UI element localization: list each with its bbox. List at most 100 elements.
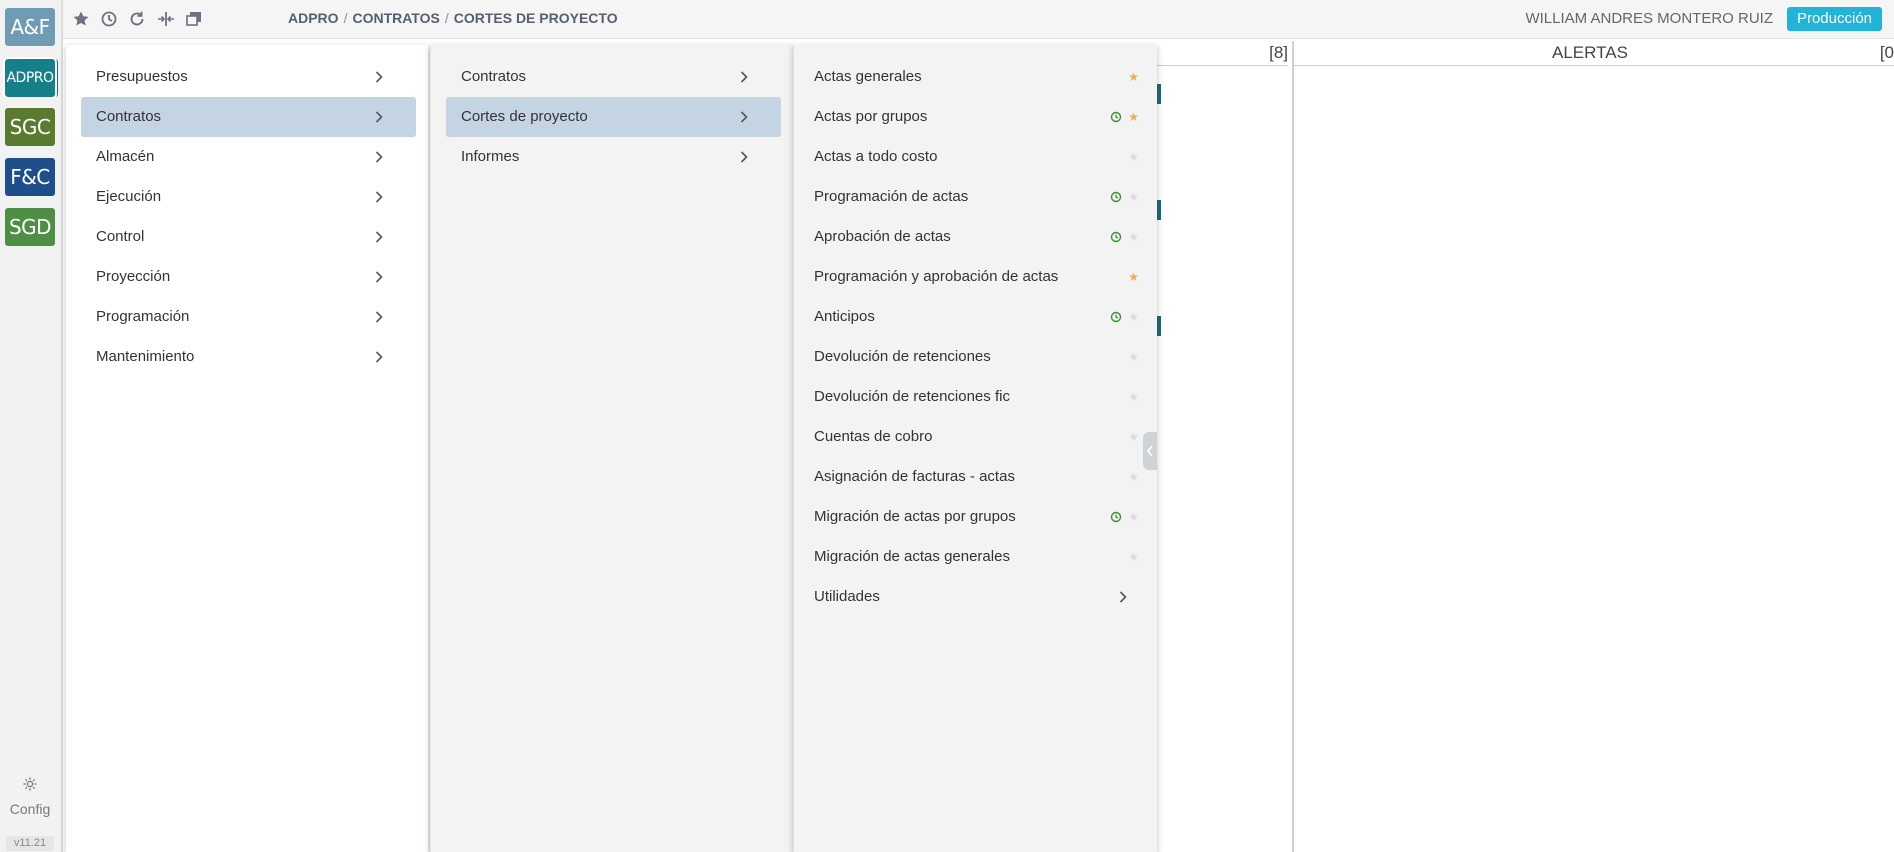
star-outline-icon[interactable]: ★: [1128, 217, 1139, 257]
option-label: Anticipos: [814, 308, 875, 325]
chevron-right-icon: [375, 71, 383, 83]
menu-item-label: Control: [96, 228, 145, 245]
menu-item-label: Almacén: [96, 148, 155, 165]
menu-item-mantenimiento[interactable]: Mantenimiento: [81, 337, 416, 377]
left-panel-count: [8]: [1269, 43, 1288, 62]
option-label: Programación y aprobación de actas: [814, 268, 1059, 285]
submenu-item-informes[interactable]: Informes: [446, 137, 781, 177]
chevron-right-icon: [375, 231, 383, 243]
option-label: Devolución de retenciones: [814, 348, 991, 365]
alerts-count: [0: [1879, 43, 1894, 62]
star-outline-icon[interactable]: ★: [1128, 417, 1139, 457]
module-adpro-label: ADPRO: [6, 70, 54, 86]
chevron-right-icon: [375, 351, 383, 363]
config-button[interactable]: Config: [0, 776, 60, 817]
option-actas-a-todo-costo[interactable]: Actas a todo costo ★: [812, 137, 1147, 177]
module-af-label: A&F: [10, 15, 50, 39]
star-outline-icon[interactable]: ★: [1128, 377, 1139, 417]
option-actas-por-grupos[interactable]: Actas por grupos ★: [812, 97, 1147, 137]
menu-item-proyeccion[interactable]: Proyección: [81, 257, 416, 297]
option-devolucion-de-retenciones-fic[interactable]: Devolución de retenciones fic ★: [812, 377, 1147, 417]
menu-item-almacen[interactable]: Almacén: [81, 137, 416, 177]
star-outline-icon[interactable]: ★: [1128, 457, 1139, 497]
option-anticipos[interactable]: Anticipos ★: [812, 297, 1147, 337]
user-name[interactable]: WILLIAM ANDRES MONTERO RUIZ: [1525, 10, 1773, 27]
alerts-header: ALERTAS [0: [1294, 41, 1894, 66]
module-af[interactable]: A&F: [5, 8, 55, 46]
option-label: Migración de actas por grupos: [814, 508, 1016, 525]
option-migracion-de-actas-por-grupos[interactable]: Migración de actas por grupos ★: [812, 497, 1147, 537]
menu-level3: Actas generales ★ Actas por grupos ★ Actas…: [793, 45, 1157, 852]
clock-icon: [1110, 191, 1122, 203]
chevron-right-icon: [740, 151, 748, 163]
chevron-right-icon: [740, 71, 748, 83]
menu-level2: Contratos Cortes de proyecto Informes: [430, 45, 793, 852]
star-outline-icon[interactable]: ★: [1128, 337, 1139, 377]
history-icon[interactable]: [99, 9, 119, 29]
clock-icon: [1110, 111, 1122, 123]
star-outline-icon[interactable]: ★: [1128, 537, 1139, 577]
module-adpro[interactable]: ADPRO: [3, 57, 57, 99]
option-aprobacion-de-actas[interactable]: Aprobación de actas ★: [812, 217, 1147, 257]
star-outline-icon[interactable]: ★: [1128, 297, 1139, 337]
option-label: Migración de actas generales: [814, 548, 1010, 565]
chevron-right-icon: [375, 111, 383, 123]
star-outline-icon[interactable]: ★: [1128, 177, 1139, 217]
option-label: Aprobación de actas: [814, 228, 951, 245]
option-devolucion-de-retenciones[interactable]: Devolución de retenciones ★: [812, 337, 1147, 377]
menu-item-control[interactable]: Control: [81, 217, 416, 257]
breadcrumb-contratos[interactable]: CONTRATOS: [352, 10, 439, 26]
option-utilidades[interactable]: Utilidades: [812, 577, 1147, 617]
submenu-item-label: Informes: [461, 148, 520, 165]
module-sgd[interactable]: SGD: [5, 208, 55, 246]
option-actas-generales[interactable]: Actas generales ★: [812, 57, 1147, 97]
star-outline-icon[interactable]: ★: [1128, 137, 1139, 177]
clock-icon: [1110, 311, 1122, 323]
star-outline-icon[interactable]: ★: [1128, 497, 1139, 537]
option-label: Actas por grupos: [814, 108, 928, 125]
chevron-right-icon: [1119, 591, 1127, 603]
gear-icon: [23, 777, 37, 791]
collapse-handle[interactable]: [1143, 432, 1157, 470]
favorite-star-icon[interactable]: ★: [1128, 57, 1139, 97]
module-sgd-label: SGD: [8, 215, 52, 239]
alerts-title: ALERTAS: [1552, 43, 1628, 62]
chevron-left-icon: [1146, 445, 1153, 457]
split-icon[interactable]: [156, 9, 176, 29]
favorite-star-icon[interactable]: ★: [1128, 257, 1139, 297]
option-migracion-de-actas-generales[interactable]: Migración de actas generales ★: [812, 537, 1147, 577]
module-sgc[interactable]: SGC: [5, 108, 55, 146]
option-label: Programación de actas: [814, 188, 969, 205]
version-badge: v11.21: [6, 836, 54, 851]
option-cuentas-de-cobro[interactable]: Cuentas de cobro ★: [812, 417, 1147, 457]
submenu-item-cortes-de-proyecto[interactable]: Cortes de proyecto: [446, 97, 781, 137]
menu-item-contratos[interactable]: Contratos: [81, 97, 416, 137]
menu-item-label: Ejecución: [96, 188, 162, 205]
submenu-item-label: Cortes de proyecto: [461, 108, 588, 125]
windows-icon[interactable]: [184, 9, 204, 29]
favorite-star-icon[interactable]: ★: [1128, 97, 1139, 137]
menu-item-ejecucion[interactable]: Ejecución: [81, 177, 416, 217]
breadcrumb-cortes-de-proyecto: CORTES DE PROYECTO: [453, 10, 618, 26]
breadcrumb-adpro[interactable]: ADPRO: [288, 10, 339, 26]
option-programacion-de-actas[interactable]: Programación de actas ★: [812, 177, 1147, 217]
menu-item-programacion[interactable]: Programación: [81, 297, 416, 337]
chevron-right-icon: [375, 151, 383, 163]
menu-item-label: Presupuestos: [96, 68, 188, 85]
menu-item-label: Contratos: [96, 108, 162, 125]
menu-item-presupuestos[interactable]: Presupuestos: [81, 57, 416, 97]
star-icon[interactable]: [71, 9, 91, 29]
option-asignacion-de-facturas-actas[interactable]: Asignación de facturas - actas ★: [812, 457, 1147, 497]
refresh-icon[interactable]: [127, 9, 147, 29]
option-label: Actas a todo costo: [814, 148, 938, 165]
submenu-item-contratos[interactable]: Contratos: [446, 57, 781, 97]
module-fc[interactable]: F&C: [5, 158, 55, 196]
chevron-right-icon: [375, 191, 383, 203]
panel-divider: [1292, 41, 1294, 852]
menu-level1: Presupuestos Contratos Almacén Ejecución…: [66, 45, 428, 852]
chevron-right-icon: [375, 311, 383, 323]
option-label: Devolución de retenciones fic: [814, 388, 1010, 405]
option-label: Cuentas de cobro: [814, 428, 933, 445]
option-programacion-y-aprobacion-de-actas[interactable]: Programación y aprobación de actas ★: [812, 257, 1147, 297]
menu-item-label: Proyección: [96, 268, 171, 285]
